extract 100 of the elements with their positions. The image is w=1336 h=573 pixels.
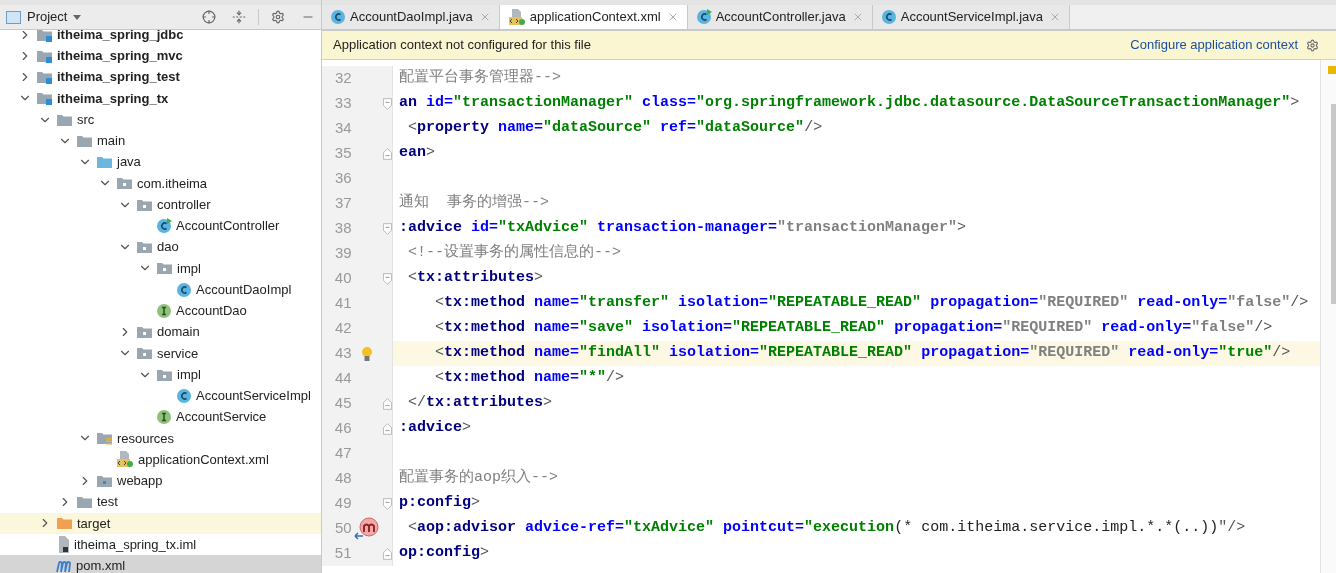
tree-item[interactable]: AccountDaoImpl (0, 279, 321, 301)
tree-item[interactable]: itheima_spring_jdbc (0, 30, 321, 46)
tree-label: java (117, 153, 141, 172)
fold-marker-icon[interactable] (383, 496, 392, 511)
line-number: 47 (333, 443, 352, 464)
code-line: :advice> (399, 418, 472, 439)
tree-label: webapp (117, 472, 163, 491)
window-icon (6, 10, 21, 24)
tree-label: resources (117, 429, 175, 448)
tree-item[interactable]: applicationContext.xml (0, 449, 321, 471)
folder-icon (36, 91, 53, 106)
code-line: op:config> (399, 543, 490, 564)
folder-icon (36, 30, 53, 42)
tree-item[interactable]: src (0, 109, 321, 131)
line-number: 45 (333, 393, 352, 414)
line-number: 41 (333, 293, 352, 314)
tree-item[interactable]: AccountDao (0, 300, 321, 322)
code-line: 通知 事务的增强--> (399, 192, 549, 214)
tree-item[interactable]: service (0, 342, 321, 364)
folder-icon (136, 240, 153, 255)
tree-item[interactable]: AccountController (0, 215, 321, 237)
fold-marker-icon[interactable] (383, 96, 392, 111)
tree-item[interactable]: AccountService (0, 406, 321, 428)
fold-marker-icon[interactable] (383, 546, 392, 561)
tree-label: dao (157, 238, 179, 257)
line-number: 46 (333, 418, 352, 439)
panel-title-dropdown[interactable]: Project (27, 7, 82, 27)
line-number: 39 (333, 243, 352, 264)
folder-icon (96, 155, 113, 170)
folder-icon (36, 70, 53, 85)
code-line: <!--设置事务的属性信息的--> (407, 242, 621, 264)
line-number: 43 (333, 343, 352, 364)
tree-item[interactable]: AccountServiceImpl (0, 385, 321, 407)
line-number: 38 (333, 218, 352, 239)
tree-item[interactable]: impl (0, 257, 321, 279)
folder-icon (156, 261, 173, 276)
tree-item[interactable]: itheima_spring_tx.iml (0, 534, 321, 556)
navigation-marker-icon[interactable] (354, 516, 381, 541)
tree-label: impl (177, 365, 201, 384)
settings-icon[interactable] (1306, 38, 1319, 52)
line-number: 51 (333, 543, 352, 564)
lightbulb-icon[interactable] (361, 345, 374, 362)
code-line: </tx:attributes> (407, 393, 553, 414)
editor-tab[interactable]: AccountDaoImpl.java (322, 5, 500, 29)
tree-item[interactable]: target (0, 512, 321, 534)
code-line: <property name="dataSource" ref="dataSource"/> (407, 118, 823, 139)
fold-marker-icon[interactable] (383, 421, 392, 436)
line-number: 37 (333, 193, 352, 214)
fold-marker-icon[interactable] (383, 396, 392, 411)
tree-item[interactable]: itheima_spring_test (0, 66, 321, 88)
tree-item[interactable]: impl (0, 364, 321, 386)
tree-item[interactable]: com.itheima (0, 172, 321, 194)
tree-item[interactable]: resources (0, 427, 321, 449)
tree-label: service (157, 344, 199, 363)
tree-item[interactable]: main (0, 130, 321, 152)
folder-icon (56, 516, 73, 531)
tree-item[interactable]: itheima_spring_mvc (0, 45, 321, 67)
fold-marker-icon[interactable] (383, 221, 392, 236)
code-line: <tx:method name="save" isolation="REPEATABLE_READ" propagation="REQUIRED" read-only="false"/> (434, 318, 1273, 339)
line-number: 36 (333, 168, 352, 189)
settings-icon[interactable] (271, 10, 285, 24)
line-number: 42 (333, 318, 352, 339)
tab-label: AccountController.java (715, 8, 846, 27)
class-icon (176, 387, 192, 404)
interface-icon (156, 409, 172, 426)
folder-icon (136, 346, 153, 361)
editor-tab[interactable]: AccountController.java (687, 5, 873, 29)
tab-label: applicationContext.xml (529, 8, 661, 27)
tree-item[interactable]: dao (0, 236, 321, 258)
tree-label: test (97, 493, 118, 512)
tree-label: main (97, 132, 126, 151)
code-line: <tx:method name="*"/> (434, 368, 625, 389)
tree-label: impl (177, 259, 201, 278)
fold-marker-icon[interactable] (383, 271, 392, 286)
tree-item[interactable]: controller (0, 194, 321, 216)
fold-marker-icon[interactable] (383, 146, 392, 161)
tree-item[interactable]: itheima_spring_tx (0, 87, 321, 109)
tree-item[interactable]: webapp (0, 470, 321, 492)
locate-icon[interactable] (202, 10, 216, 24)
editor-tab[interactable]: applicationContext.xml (499, 5, 688, 29)
code-line: an id="transactionManager" class="org.springframework.jdbc.datasource.DataSourceTransactionManager"> (399, 93, 1300, 114)
editor-tab[interactable]: AccountServiceImpl.java (872, 5, 1071, 29)
code-line: :advice id="txAdvice" transaction-manager="transactionManager"> (399, 218, 967, 239)
configure-link[interactable]: Configure application context (1130, 35, 1298, 55)
line-number: 48 (333, 468, 352, 489)
tree-label: com.itheima (137, 174, 208, 193)
folder-icon (156, 367, 173, 382)
tree-item[interactable]: pom.xml (0, 555, 321, 573)
tree-label: AccountDao (176, 302, 247, 321)
folder-icon (136, 325, 153, 340)
tree-item[interactable]: java (0, 151, 321, 173)
folder-icon (96, 431, 113, 446)
tree-label: itheima_spring_test (57, 68, 180, 87)
tree-item[interactable]: test (0, 491, 321, 513)
collapse-all-icon[interactable] (232, 10, 246, 24)
tree-label: itheima_spring_mvc (57, 47, 183, 66)
code-line: <aop:advisor advice-ref="txAdvice" pointcut="execution(* com.itheima.service.impl.*.*(..))"/> (407, 518, 1246, 539)
tree-item[interactable]: domain (0, 321, 321, 343)
caret-icon (73, 14, 82, 20)
line-number: 50 (333, 518, 352, 539)
